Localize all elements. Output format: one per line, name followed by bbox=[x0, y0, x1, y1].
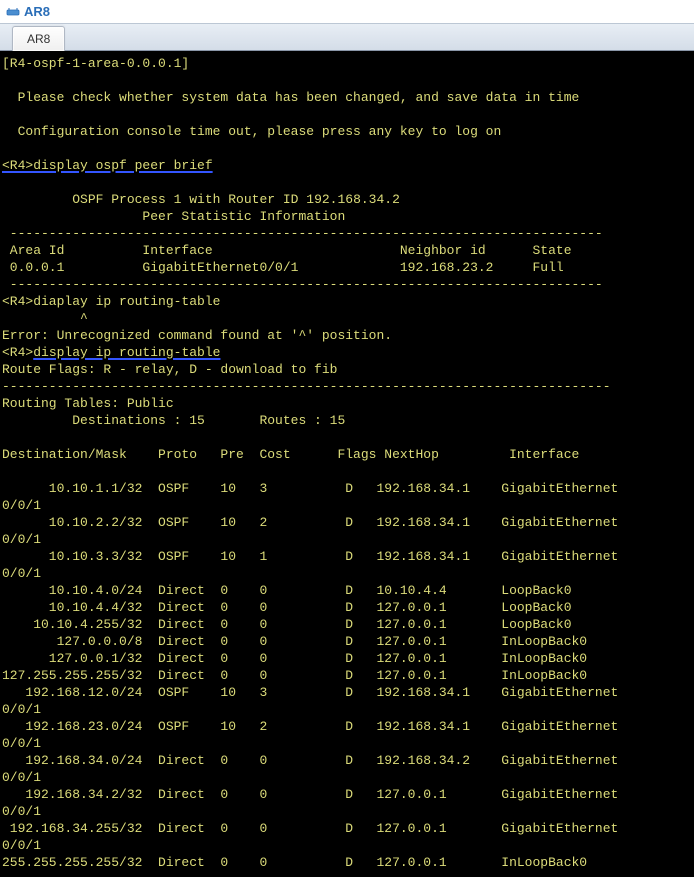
tab-ar8[interactable]: AR8 bbox=[12, 26, 65, 51]
tabs-row: AR8 bbox=[0, 23, 694, 51]
router-icon bbox=[6, 5, 20, 19]
terminal-output[interactable]: [R4-ospf-1-area-0.0.0.1] Please check wh… bbox=[0, 51, 694, 877]
title-bar: AR8 bbox=[0, 0, 694, 23]
window-title: AR8 bbox=[24, 4, 50, 19]
